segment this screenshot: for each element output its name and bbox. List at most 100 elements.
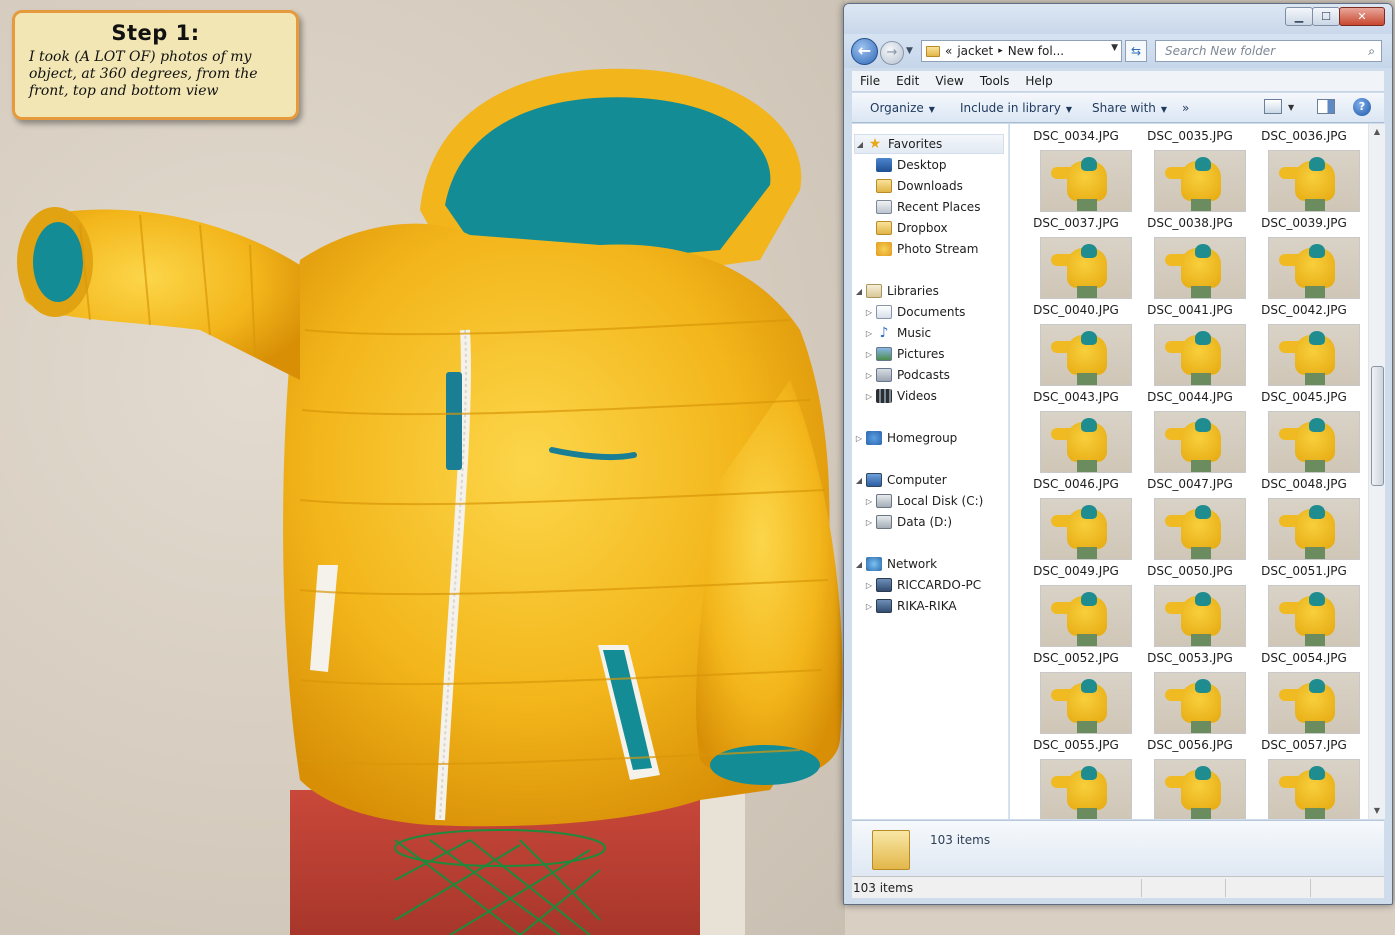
nav-riccardo-pc[interactable]: ▷ RICCARDO-PC: [864, 575, 981, 595]
change-view-icon[interactable]: [1264, 99, 1282, 114]
file-thumbnail[interactable]: [1040, 585, 1132, 647]
file-name[interactable]: DSC_0052.JPG: [1020, 651, 1132, 665]
file-thumbnail[interactable]: [1040, 237, 1132, 299]
nav-data-disk[interactable]: ▷ Data (D:): [864, 512, 952, 532]
menu-tools[interactable]: Tools: [972, 71, 1018, 91]
file-thumbnail[interactable]: [1040, 759, 1132, 819]
expand-arrow-icon[interactable]: ◢: [855, 140, 865, 149]
recent-pages-dropdown-icon[interactable]: ▼: [906, 46, 913, 56]
file-thumbnail[interactable]: [1268, 498, 1360, 560]
file-name[interactable]: DSC_0039.JPG: [1248, 216, 1360, 230]
menu-file[interactable]: File: [852, 71, 888, 91]
file-thumbnail[interactable]: [1154, 411, 1246, 473]
breadcrumb-separator-icon[interactable]: ▸: [998, 46, 1003, 56]
file-name[interactable]: DSC_0042.JPG: [1248, 303, 1360, 317]
scroll-down-arrow-icon[interactable]: ▼: [1369, 803, 1385, 819]
file-name[interactable]: DSC_0037.JPG: [1020, 216, 1132, 230]
file-name[interactable]: DSC_0053.JPG: [1134, 651, 1246, 665]
view-dropdown-icon[interactable]: ▼: [1288, 103, 1294, 112]
file-thumbnail[interactable]: [1268, 585, 1360, 647]
minimize-button[interactable]: ▁: [1285, 7, 1313, 26]
scroll-up-arrow-icon[interactable]: ▲: [1369, 124, 1385, 140]
more-commands-button[interactable]: »: [1182, 101, 1189, 115]
close-button[interactable]: ✕: [1339, 7, 1385, 26]
file-thumbnail[interactable]: [1268, 411, 1360, 473]
file-thumbnail[interactable]: [1040, 150, 1132, 212]
file-name[interactable]: DSC_0048.JPG: [1248, 477, 1360, 491]
nav-podcasts[interactable]: ▷ Podcasts: [864, 365, 950, 385]
file-name[interactable]: DSC_0054.JPG: [1248, 651, 1360, 665]
search-input[interactable]: Search New folder ⌕: [1155, 40, 1382, 62]
title-bar[interactable]: ▁ ☐ ✕: [844, 4, 1392, 34]
collapse-arrow-icon[interactable]: ▷: [864, 350, 874, 359]
nav-videos[interactable]: ▷ Videos: [864, 386, 937, 406]
collapse-arrow-icon[interactable]: ▷: [864, 329, 874, 338]
nav-downloads[interactable]: Downloads: [864, 176, 963, 196]
file-thumbnail[interactable]: [1268, 672, 1360, 734]
scrollbar-thumb[interactable]: [1371, 366, 1384, 486]
file-thumbnail[interactable]: [1154, 585, 1246, 647]
file-name[interactable]: DSC_0040.JPG: [1020, 303, 1132, 317]
collapse-arrow-icon[interactable]: ▷: [864, 581, 874, 590]
breadcrumb-new-folder[interactable]: New fol...: [1008, 44, 1064, 58]
file-name[interactable]: DSC_0050.JPG: [1134, 564, 1246, 578]
file-thumbnail[interactable]: [1154, 150, 1246, 212]
search-icon[interactable]: ⌕: [1368, 41, 1375, 61]
nav-network[interactable]: ◢ Network: [854, 554, 937, 574]
file-thumbnail[interactable]: [1154, 759, 1246, 819]
include-in-library-button[interactable]: Include in library ▼: [960, 101, 1072, 115]
file-name[interactable]: DSC_0045.JPG: [1248, 390, 1360, 404]
collapse-arrow-icon[interactable]: ▷: [864, 602, 874, 611]
nav-computer[interactable]: ◢ Computer: [854, 470, 947, 490]
nav-rika-rika[interactable]: ▷ RIKA-RIKA: [864, 596, 957, 616]
nav-desktop[interactable]: Desktop: [864, 155, 947, 175]
expand-arrow-icon[interactable]: ◢: [854, 560, 864, 569]
collapse-arrow-icon[interactable]: ▷: [864, 518, 874, 527]
file-name[interactable]: DSC_0035.JPG: [1134, 129, 1246, 143]
nav-libraries[interactable]: ◢ Libraries: [854, 281, 939, 301]
menu-view[interactable]: View: [927, 71, 971, 91]
file-name[interactable]: DSC_0034.JPG: [1020, 129, 1132, 143]
nav-local-disk[interactable]: ▷ Local Disk (C:): [864, 491, 983, 511]
collapse-arrow-icon[interactable]: ▷: [854, 434, 864, 443]
file-name[interactable]: DSC_0047.JPG: [1134, 477, 1246, 491]
nav-dropbox[interactable]: Dropbox: [864, 218, 948, 238]
vertical-scrollbar[interactable]: ▲ ▼: [1368, 124, 1385, 819]
file-name[interactable]: DSC_0038.JPG: [1134, 216, 1246, 230]
file-name[interactable]: DSC_0044.JPG: [1134, 390, 1246, 404]
nav-photo-stream[interactable]: Photo Stream: [864, 239, 978, 259]
file-name[interactable]: DSC_0046.JPG: [1020, 477, 1132, 491]
collapse-arrow-icon[interactable]: ▷: [864, 497, 874, 506]
file-thumbnail[interactable]: [1154, 237, 1246, 299]
nav-documents[interactable]: ▷ Documents: [864, 302, 965, 322]
address-chevron[interactable]: «: [945, 44, 952, 58]
collapse-arrow-icon[interactable]: ▷: [864, 392, 874, 401]
address-bar[interactable]: « jacket ▸ New fol... ▼: [921, 40, 1122, 62]
file-thumbnail[interactable]: [1268, 324, 1360, 386]
help-icon[interactable]: ?: [1353, 98, 1371, 116]
nav-favorites[interactable]: ◢ ★ Favorites: [854, 134, 1004, 154]
breadcrumb-jacket[interactable]: jacket: [957, 44, 993, 58]
organize-button[interactable]: Organize ▼: [870, 101, 935, 115]
file-name[interactable]: DSC_0057.JPG: [1248, 738, 1360, 752]
file-name[interactable]: DSC_0051.JPG: [1248, 564, 1360, 578]
nav-music[interactable]: ▷ ♪ Music: [864, 323, 931, 343]
share-with-button[interactable]: Share with ▼: [1092, 101, 1167, 115]
file-name[interactable]: DSC_0043.JPG: [1020, 390, 1132, 404]
file-thumbnail[interactable]: [1268, 150, 1360, 212]
collapse-arrow-icon[interactable]: ▷: [864, 308, 874, 317]
expand-arrow-icon[interactable]: ◢: [854, 476, 864, 485]
file-name[interactable]: DSC_0055.JPG: [1020, 738, 1132, 752]
file-thumbnail[interactable]: [1268, 237, 1360, 299]
file-name[interactable]: DSC_0041.JPG: [1134, 303, 1246, 317]
file-thumbnail[interactable]: [1040, 672, 1132, 734]
expand-arrow-icon[interactable]: ◢: [854, 287, 864, 296]
nav-pictures[interactable]: ▷ Pictures: [864, 344, 945, 364]
file-thumbnail[interactable]: [1040, 324, 1132, 386]
collapse-arrow-icon[interactable]: ▷: [864, 371, 874, 380]
address-dropdown-icon[interactable]: ▼: [1111, 43, 1118, 53]
nav-recent-places[interactable]: Recent Places: [864, 197, 980, 217]
menu-help[interactable]: Help: [1017, 71, 1060, 91]
preview-pane-icon[interactable]: [1317, 99, 1335, 114]
file-thumbnail[interactable]: [1154, 324, 1246, 386]
